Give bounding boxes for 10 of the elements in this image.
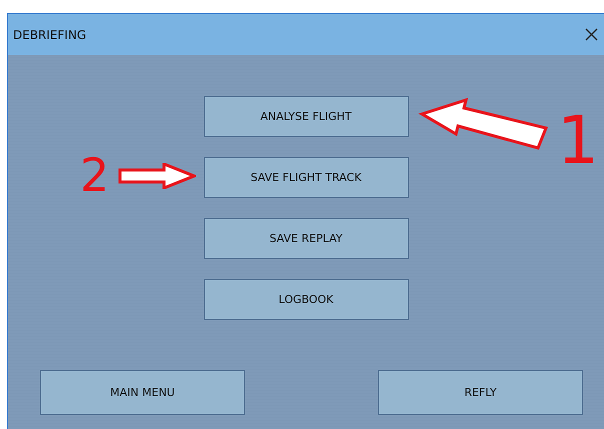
- window-title: DEBRIEFING: [13, 28, 86, 42]
- annotation-number: 2: [80, 152, 110, 198]
- close-icon[interactable]: [585, 28, 598, 41]
- annotation-number: 1: [557, 108, 599, 174]
- nav-button[interactable]: MAIN MENU: [40, 370, 245, 415]
- menu-button[interactable]: SAVE FLIGHT TRACK: [204, 157, 408, 198]
- nav-button[interactable]: REFLY: [378, 370, 583, 415]
- menu-button[interactable]: ANALYSE FLIGHT: [204, 96, 408, 137]
- menu-button[interactable]: LOGBOOK: [204, 279, 408, 320]
- menu-button[interactable]: SAVE REPLAY: [204, 218, 408, 259]
